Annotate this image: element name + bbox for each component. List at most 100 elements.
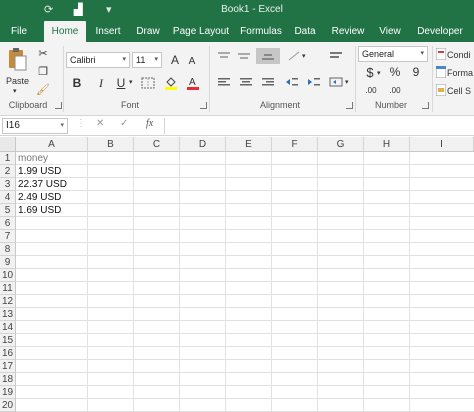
format-as-table-icon[interactable] bbox=[436, 66, 446, 78]
increase-decimal-label: .00 bbox=[365, 85, 377, 95]
more-options-icon: ⋮ bbox=[76, 118, 86, 129]
format-painter-icon[interactable]: 🖌 bbox=[36, 82, 50, 96]
row-header-12[interactable]: 12 bbox=[0, 295, 16, 308]
row-header-15[interactable]: 15 bbox=[0, 334, 16, 347]
font-launcher-icon[interactable] bbox=[200, 102, 207, 109]
font-color-icon[interactable]: A bbox=[186, 74, 200, 92]
merge-dropdown-icon[interactable]: ▾ bbox=[345, 78, 349, 86]
middle-align-icon[interactable] bbox=[236, 50, 252, 62]
font-name-combo[interactable]: Calibri ▾ bbox=[66, 52, 130, 68]
column-header-e[interactable]: E bbox=[226, 137, 272, 152]
row-header-2[interactable]: 2 bbox=[0, 165, 16, 178]
row-header-3[interactable]: 3 bbox=[0, 178, 16, 191]
align-right-icon[interactable] bbox=[260, 76, 276, 88]
cell-a5[interactable]: 1.69 USD bbox=[18, 204, 61, 217]
paste-label[interactable]: Paste bbox=[6, 76, 29, 86]
row-header-19[interactable]: 19 bbox=[0, 386, 16, 399]
formula-input[interactable] bbox=[164, 118, 474, 134]
decrease-indent-icon[interactable] bbox=[284, 76, 300, 88]
increase-indent-icon[interactable] bbox=[306, 76, 322, 88]
column-header-a[interactable]: A bbox=[16, 137, 88, 152]
tab-home[interactable]: Home bbox=[44, 21, 86, 42]
cell-a1[interactable]: money bbox=[18, 152, 48, 165]
select-all-corner[interactable] bbox=[0, 137, 16, 152]
align-left-icon[interactable] bbox=[216, 76, 232, 88]
increase-font-size-button[interactable]: A bbox=[168, 52, 182, 68]
column-header-b[interactable]: B bbox=[88, 137, 134, 152]
row-header-11[interactable]: 11 bbox=[0, 282, 16, 295]
alignment-launcher-icon[interactable] bbox=[346, 102, 353, 109]
tab-formulas[interactable]: Formulas bbox=[238, 21, 284, 42]
worksheet-grid[interactable]: A B C D E F G H I 1 2 3 4 5 6 7 8 9 10 11 12 13 14 15 16 17 18 19 20… bbox=[0, 137, 474, 412]
row-header-20[interactable]: 20 bbox=[0, 399, 16, 412]
insert-function-button[interactable]: fx bbox=[146, 118, 153, 129]
merge-center-icon[interactable] bbox=[328, 76, 344, 88]
row-header-8[interactable]: 8 bbox=[0, 243, 16, 256]
number-format-combo[interactable]: General ▾ bbox=[358, 46, 428, 62]
orientation-dropdown-icon[interactable]: ▾ bbox=[302, 52, 306, 60]
row-header-16[interactable]: 16 bbox=[0, 347, 16, 360]
top-align-icon[interactable] bbox=[216, 50, 232, 62]
format-as-table-label[interactable]: Forma bbox=[447, 68, 473, 78]
row-header-4[interactable]: 4 bbox=[0, 191, 16, 204]
italic-button[interactable]: I bbox=[94, 76, 108, 90]
tab-page-layout[interactable]: Page Layout bbox=[172, 21, 230, 42]
name-box[interactable]: I16 ▾ bbox=[2, 118, 68, 134]
cell-styles-icon[interactable] bbox=[436, 84, 446, 96]
column-header-d[interactable]: D bbox=[180, 137, 226, 152]
paste-dropdown-icon[interactable]: ▾ bbox=[13, 87, 17, 95]
underline-dropdown-icon[interactable]: ▾ bbox=[129, 78, 133, 86]
tab-developer[interactable]: Developer bbox=[416, 21, 464, 42]
cell-a2[interactable]: 1.99 USD bbox=[18, 165, 61, 178]
clipboard-launcher-icon[interactable] bbox=[55, 102, 62, 109]
conditional-formatting-icon[interactable] bbox=[436, 48, 446, 60]
enter-icon[interactable]: ✓ bbox=[120, 118, 128, 129]
row-header-7[interactable]: 7 bbox=[0, 230, 16, 243]
column-header-i[interactable]: I bbox=[410, 137, 474, 152]
row-header-14[interactable]: 14 bbox=[0, 321, 16, 334]
decrease-decimal-button[interactable]: .00 bbox=[386, 82, 404, 98]
row-header-10[interactable]: 10 bbox=[0, 269, 16, 282]
font-size-combo[interactable]: 11 ▾ bbox=[132, 52, 162, 68]
column-header-g[interactable]: G bbox=[318, 137, 364, 152]
row-header-18[interactable]: 18 bbox=[0, 373, 16, 386]
tab-insert[interactable]: Insert bbox=[90, 21, 126, 42]
wrap-text-icon[interactable] bbox=[328, 50, 344, 62]
conditional-formatting-label[interactable]: Condi bbox=[447, 50, 471, 60]
align-center-icon[interactable] bbox=[238, 76, 254, 88]
tab-view[interactable]: View bbox=[374, 21, 406, 42]
column-header-c[interactable]: C bbox=[134, 137, 180, 152]
decrease-font-size-button[interactable]: A bbox=[186, 54, 198, 68]
increase-decimal-button[interactable]: .00 bbox=[362, 82, 380, 98]
tab-draw[interactable]: Draw bbox=[132, 21, 164, 42]
cell-a3[interactable]: 22.37 USD bbox=[18, 178, 67, 191]
bold-button[interactable]: B bbox=[70, 76, 84, 90]
column-header-f[interactable]: F bbox=[272, 137, 318, 152]
orientation-icon[interactable] bbox=[286, 50, 302, 62]
percent-style-button[interactable]: % bbox=[388, 64, 402, 80]
cell-styles-label[interactable]: Cell S bbox=[447, 86, 471, 96]
row-header-1[interactable]: 1 bbox=[0, 152, 16, 165]
tab-review[interactable]: Review bbox=[330, 21, 366, 42]
bottom-align-icon[interactable] bbox=[256, 48, 280, 64]
row-header-17[interactable]: 17 bbox=[0, 360, 16, 373]
row-header-5[interactable]: 5 bbox=[0, 204, 16, 217]
row-header-13[interactable]: 13 bbox=[0, 308, 16, 321]
row-header-9[interactable]: 9 bbox=[0, 256, 16, 269]
cut-icon[interactable]: ✂ bbox=[36, 46, 50, 60]
tab-data[interactable]: Data bbox=[290, 21, 320, 42]
cell-a4[interactable]: 2.49 USD bbox=[18, 191, 61, 204]
accounting-format-button[interactable]: $ bbox=[364, 64, 376, 80]
cancel-icon[interactable]: ✕ bbox=[96, 118, 104, 129]
accounting-dropdown-icon[interactable]: ▾ bbox=[377, 69, 381, 77]
copy-icon[interactable]: ❐ bbox=[36, 64, 50, 78]
row-header-6[interactable]: 6 bbox=[0, 217, 16, 230]
fill-color-icon[interactable] bbox=[164, 74, 178, 92]
tab-file[interactable]: File bbox=[6, 21, 32, 42]
paste-icon[interactable] bbox=[6, 46, 28, 72]
underline-button[interactable]: U bbox=[114, 76, 128, 90]
comma-style-button[interactable]: 9 bbox=[410, 64, 422, 80]
borders-icon[interactable] bbox=[140, 76, 156, 90]
number-launcher-icon[interactable] bbox=[422, 102, 429, 109]
column-header-h[interactable]: H bbox=[364, 137, 410, 152]
